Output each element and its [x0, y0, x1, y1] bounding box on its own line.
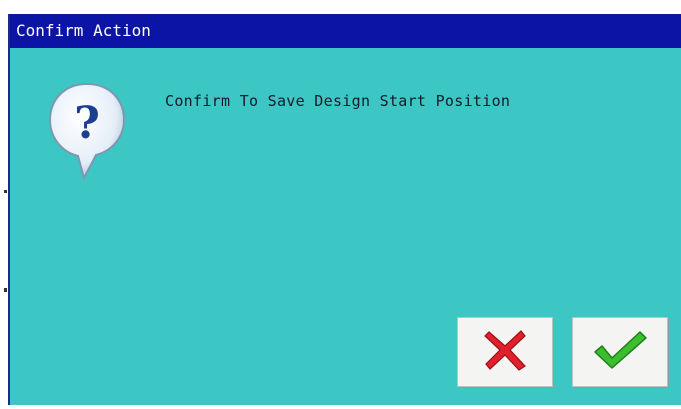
question-icon: ?	[44, 78, 130, 184]
confirm-message: Confirm To Save Design Start Position	[165, 92, 511, 110]
cancel-button[interactable]	[457, 317, 553, 387]
dialog-title: Confirm Action	[16, 21, 151, 40]
red-x-icon	[483, 328, 527, 376]
green-check-icon	[592, 328, 648, 376]
background-edge	[0, 0, 8, 405]
confirm-dialog: Confirm Action ? Confirm To Save Design …	[8, 14, 681, 405]
title-bar[interactable]: Confirm Action	[10, 14, 681, 48]
svg-text:?: ?	[74, 98, 100, 149]
confirm-button[interactable]	[572, 317, 668, 387]
